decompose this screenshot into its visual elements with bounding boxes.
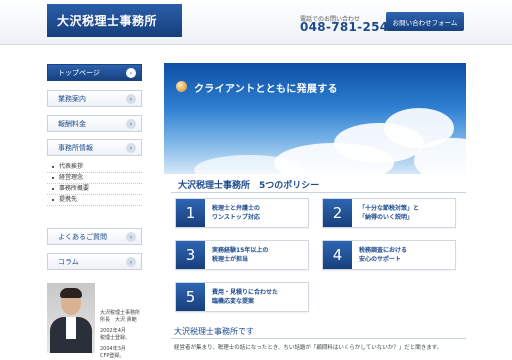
hero-title: クライアントとともに発展する: [194, 84, 338, 95]
nav-item-fees[interactable]: 報酬料金 ›: [47, 115, 142, 132]
policy-number: 5: [176, 283, 205, 311]
policy-number: 2: [323, 199, 352, 227]
policy-item-1[interactable]: 1 税理士と弁護士の ワンストップ対応: [175, 198, 309, 228]
sub-item-overview[interactable]: 事務所概要: [47, 184, 142, 195]
about-heading: 大沢税理士事務所です: [174, 327, 254, 336]
site-logo[interactable]: 大沢税理士事務所: [47, 4, 182, 37]
divider: [171, 192, 466, 193]
divider: [171, 338, 466, 339]
phone-number: 048-781-2543: [300, 20, 398, 34]
nav-item-label: よくあるご質問: [58, 232, 107, 241]
contact-form-button[interactable]: お問い合わせフォーム: [386, 12, 464, 31]
policy-heading: 大沢税理士事務所 5つのポリシー: [178, 181, 320, 191]
site-header: 大沢税理士事務所 電話でのお問い合わせ 048-781-2543 お問い合わせフ…: [0, 0, 512, 45]
policy-item-4[interactable]: 4 税務調査における 安心のサポート: [322, 240, 456, 270]
chevron-right-icon: ›: [126, 94, 136, 104]
nav-item-label: 業務案内: [58, 94, 86, 103]
chevron-right-icon: ›: [126, 119, 136, 129]
nav-item-label: 事務所情報: [58, 143, 93, 152]
policy-text: 実務経験15年以上の 税理士が担当: [212, 247, 269, 263]
chevron-right-icon: ›: [126, 257, 136, 267]
chevron-right-icon: ›: [126, 68, 136, 78]
sub-item-greeting[interactable]: 代表挨拶: [47, 162, 142, 173]
policy-number: 3: [176, 241, 205, 269]
policy-item-2[interactable]: 2 「十分な節税対策」と 「納得のいく説明」: [322, 198, 456, 228]
policy-number: 1: [176, 199, 205, 227]
nav-item-label: コラム: [58, 257, 79, 266]
nav-item-faq[interactable]: よくあるご質問 ›: [47, 228, 142, 245]
nav-item-office-info[interactable]: 事務所情報 ›: [47, 139, 142, 156]
policy-text: 税理士と弁護士の ワンストップ対応: [212, 205, 261, 221]
policy-number: 4: [323, 241, 352, 269]
director-photo: [47, 283, 95, 353]
sub-item-partners[interactable]: 提携先: [47, 195, 142, 206]
nav-item-label: 報酬料金: [58, 119, 86, 128]
about-text: 経営者が集まり、税理士の話になったとき、ちい話題が「顧問料はいくらかしていないか…: [174, 345, 443, 351]
policy-text: 税務調査における 安心のサポート: [359, 247, 408, 263]
nav-item-label: トップページ: [58, 68, 100, 77]
nav-item-column[interactable]: コラム ›: [47, 253, 142, 270]
policy-item-3[interactable]: 3 実務経験15年以上の 税理士が担当: [175, 240, 309, 270]
policy-item-5[interactable]: 5 費用・見積りに合わせた 臨機応変な提案: [175, 282, 309, 312]
chevron-right-icon: ›: [126, 143, 136, 153]
director-profile: 大沢税理士事務所 所長 大沢 貴範 2002年4月 税理士登録。 2004年3月…: [100, 310, 141, 359]
policy-text: 費用・見積りに合わせた 臨機応変な提案: [212, 289, 279, 305]
bullet-icon: [176, 81, 187, 92]
policy-text: 「十分な節税対策」と 「納得のいく説明」: [359, 205, 420, 221]
nav-item-top[interactable]: トップページ ›: [47, 64, 142, 81]
sub-item-philosophy[interactable]: 経営理念: [47, 173, 142, 184]
office-info-sublist: 代表挨拶 経営理念 事務所概要 提携先: [47, 162, 142, 206]
hero-banner: クライアントとともに発展する: [164, 63, 466, 174]
nav-item-services[interactable]: 業務案内 ›: [47, 90, 142, 107]
chevron-right-icon: ›: [126, 232, 136, 242]
